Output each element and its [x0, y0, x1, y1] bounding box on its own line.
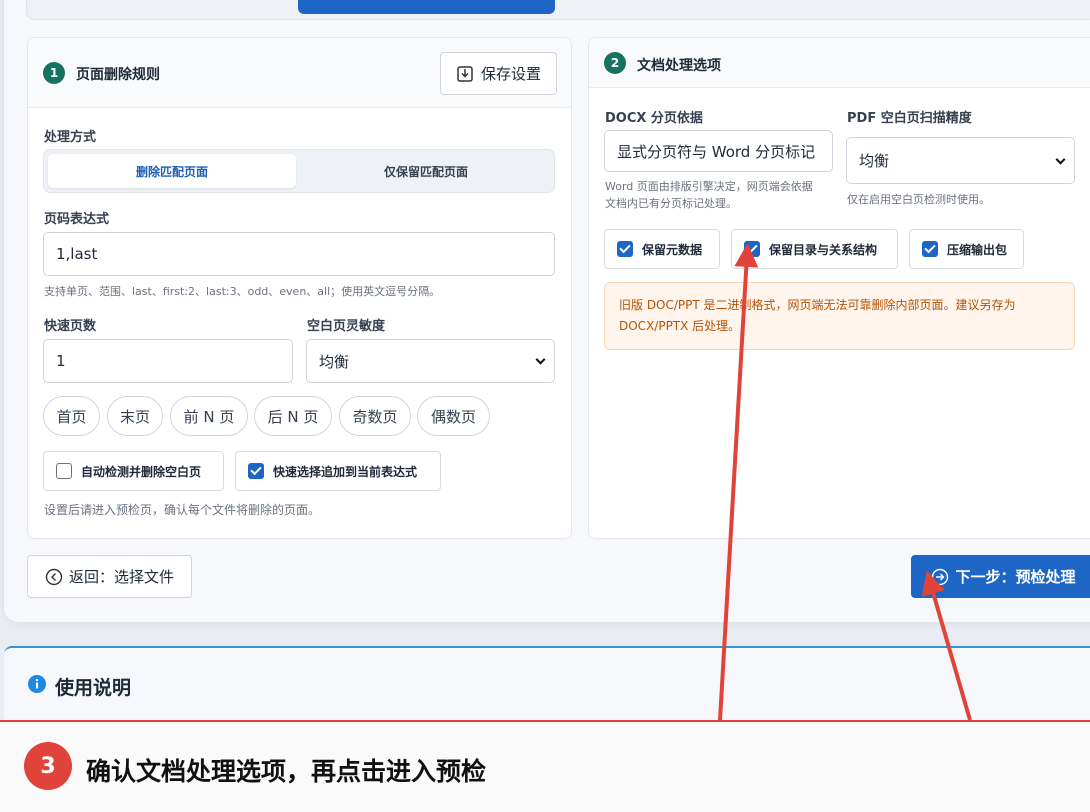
docx-hint-1: Word 页面由排版引擎决定，网页端会依据: [605, 180, 813, 193]
auto-blank-checkbox[interactable]: 自动检测并删除空白页: [43, 451, 224, 491]
next-preview-button[interactable]: 下一步：预检处理: [911, 555, 1090, 598]
save-icon: [457, 65, 473, 82]
checkbox-checked-icon: [248, 463, 264, 479]
keep-toc-checkbox[interactable]: 保留目录与关系结构: [731, 229, 898, 269]
warning-line-2: DOCX/PPTX 后处理。: [619, 319, 741, 333]
docx-pagination-select[interactable]: 显式分页符与 Word 分页标记: [604, 130, 833, 172]
append-expression-label: 快速选择追加到当前表达式: [273, 464, 418, 479]
mode-segmented-control: 删除匹配页面 仅保留匹配页面: [43, 149, 555, 193]
checkbox-unchecked-icon: [56, 463, 72, 479]
quick-count-input[interactable]: 1: [43, 339, 293, 383]
back-button-label: 返回：选择文件: [68, 568, 174, 586]
keep-toc-label: 保留目录与关系结构: [769, 242, 878, 257]
arrow-right-circle-icon: [932, 568, 949, 585]
pill-odd[interactable]: 奇数页: [339, 396, 411, 436]
arrow-left-circle-icon: [45, 568, 63, 585]
annotation-text: 确认文档处理选项，再点击进入预检: [86, 757, 487, 786]
pill-first-page[interactable]: 首页: [43, 396, 100, 436]
compress-output-label: 压缩输出包: [947, 242, 1008, 257]
mode-label: 处理方式: [44, 130, 97, 145]
pill-first-n[interactable]: 前 N 页: [170, 396, 248, 436]
docx-pagination-value: 显式分页符与 Word 分页标记: [617, 142, 816, 161]
back-button[interactable]: 返回：选择文件: [27, 555, 192, 598]
checkbox-checked-icon: [744, 241, 760, 257]
page-expression-input[interactable]: 1,last: [43, 232, 555, 276]
quick-count-label: 快速页数: [44, 319, 97, 334]
keep-metadata-checkbox[interactable]: 保留元数据: [604, 229, 720, 269]
pill-last-n[interactable]: 后 N 页: [254, 396, 332, 436]
panel-title: 文档处理选项: [637, 58, 721, 74]
mode-option-delete[interactable]: 删除匹配页面: [48, 154, 296, 188]
pdf-hint: 仅在启用空白页检测时使用。: [847, 193, 990, 206]
pill-last-page[interactable]: 末页: [107, 396, 163, 436]
annotation-step-badge: 3: [24, 742, 72, 790]
usage-title: 使用说明: [55, 677, 132, 699]
expr-hint: 支持单页、范围、last、first:2、last:3、odd、even、all…: [44, 285, 441, 298]
info-icon: [28, 675, 46, 693]
mode-option-keep[interactable]: 仅保留匹配页面: [302, 154, 550, 188]
auto-blank-label: 自动检测并删除空白页: [81, 464, 202, 479]
panel-title: 页面删除规则: [76, 67, 160, 83]
footer-hint: 设置后请进入预检页，确认每个文件将删除的页面。: [44, 503, 321, 517]
save-settings-label: 保存设置: [480, 65, 541, 83]
chevron-down-icon: [1055, 154, 1066, 165]
legacy-format-warning: 旧版 DOC/PPT 是二进制格式，网页端无法可靠删除内部页面。建议另存为 DO…: [604, 282, 1075, 350]
top-strip: [26, 0, 1090, 20]
top-button[interactable]: [298, 0, 555, 14]
pdf-precision-value: 均衡: [859, 152, 890, 170]
append-expression-checkbox[interactable]: 快速选择追加到当前表达式: [235, 451, 441, 491]
document-options-panel: 2 文档处理选项 DOCX 分页依据 显式分页符与 Word 分页标记 Word…: [588, 37, 1090, 539]
save-settings-button[interactable]: 保存设置: [440, 52, 557, 95]
step-badge-2: 2: [604, 52, 626, 74]
pill-even[interactable]: 偶数页: [417, 396, 490, 436]
compress-output-checkbox[interactable]: 压缩输出包: [909, 229, 1024, 269]
docx-label: DOCX 分页依据: [605, 111, 703, 126]
warning-line-1: 旧版 DOC/PPT 是二进制格式，网页端无法可靠删除内部页面。建议另存为: [619, 298, 1016, 312]
sensitivity-label: 空白页灵敏度: [307, 319, 386, 334]
checkbox-checked-icon: [922, 241, 938, 257]
pdf-label: PDF 空白页扫描精度: [847, 111, 972, 126]
chevron-down-icon: [535, 354, 546, 365]
keep-metadata-label: 保留元数据: [642, 242, 703, 257]
sensitivity-select[interactable]: 均衡: [306, 339, 555, 383]
docx-hint-2: 文档内已有分页标记处理。: [605, 197, 737, 210]
expr-label: 页码表达式: [44, 212, 110, 227]
page-delete-rules-panel: 1 页面删除规则 保存设置 处理方式 删除匹配页面 仅保留匹配页面 页码表达式 …: [27, 37, 572, 539]
pdf-precision-select[interactable]: 均衡: [846, 137, 1075, 184]
step-badge-1: 1: [43, 62, 65, 84]
next-button-label: 下一步：预检处理: [955, 568, 1076, 586]
checkbox-checked-icon: [617, 241, 633, 257]
sensitivity-value: 均衡: [319, 352, 350, 371]
